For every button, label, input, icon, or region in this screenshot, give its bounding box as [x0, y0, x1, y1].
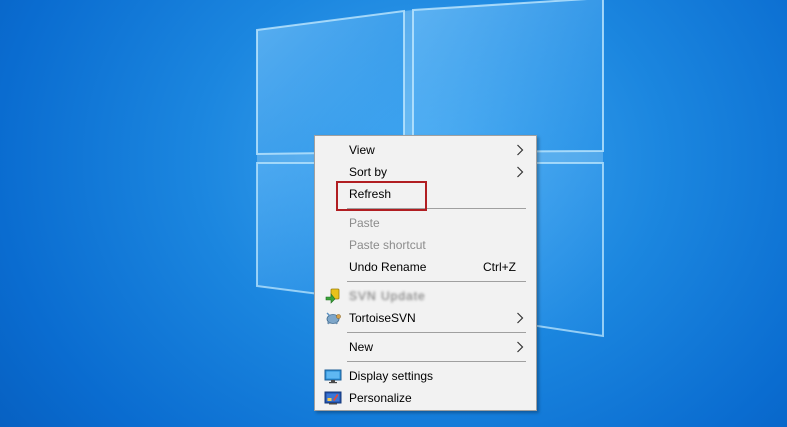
menu-separator — [347, 281, 526, 282]
menu-separator — [347, 332, 526, 333]
menu-item-label: Personalize — [349, 391, 412, 405]
menu-item-personalize[interactable]: Personalize — [317, 387, 534, 409]
menu-item-display-settings[interactable]: Display settings — [317, 365, 534, 387]
menu-item-label: Display settings — [349, 369, 434, 383]
menu-separator — [347, 361, 526, 362]
menu-item-label: Paste — [349, 216, 380, 230]
desktop-context-menu: View Sort by Refresh Paste Paste shortcu… — [314, 135, 537, 411]
desktop[interactable]: View Sort by Refresh Paste Paste shortcu… — [0, 0, 787, 427]
menu-item-label: Undo Rename — [349, 260, 427, 274]
tortoisesvn-icon — [326, 312, 341, 325]
chevron-right-icon — [517, 312, 524, 324]
menu-item-paste-shortcut: Paste shortcut — [317, 234, 534, 256]
menu-item-tortoisesvn[interactable]: TortoiseSVN — [317, 307, 534, 329]
menu-item-view[interactable]: View — [317, 139, 534, 161]
menu-item-svn-update[interactable]: SVN Update — [317, 285, 534, 307]
menu-item-label: Paste shortcut — [349, 238, 426, 252]
menu-item-paste: Paste — [317, 212, 534, 234]
menu-item-label: SVN Update — [349, 289, 426, 303]
refresh-highlight-annotation — [336, 181, 427, 211]
svn-update-icon — [325, 288, 340, 304]
menu-item-new[interactable]: New — [317, 336, 534, 358]
menu-item-sort-by[interactable]: Sort by — [317, 161, 534, 183]
menu-item-label: New — [349, 340, 374, 354]
menu-item-label: Sort by — [349, 165, 388, 179]
menu-item-undo-rename[interactable]: Undo Rename Ctrl+Z — [317, 256, 534, 278]
chevron-right-icon — [517, 341, 524, 353]
menu-item-label: TortoiseSVN — [349, 311, 416, 325]
chevron-right-icon — [517, 166, 524, 178]
menu-item-label: View — [349, 143, 375, 157]
menu-item-shortcut: Ctrl+Z — [483, 260, 516, 274]
personalize-icon — [324, 391, 342, 405]
display-settings-icon — [324, 369, 342, 384]
chevron-right-icon — [517, 144, 524, 156]
